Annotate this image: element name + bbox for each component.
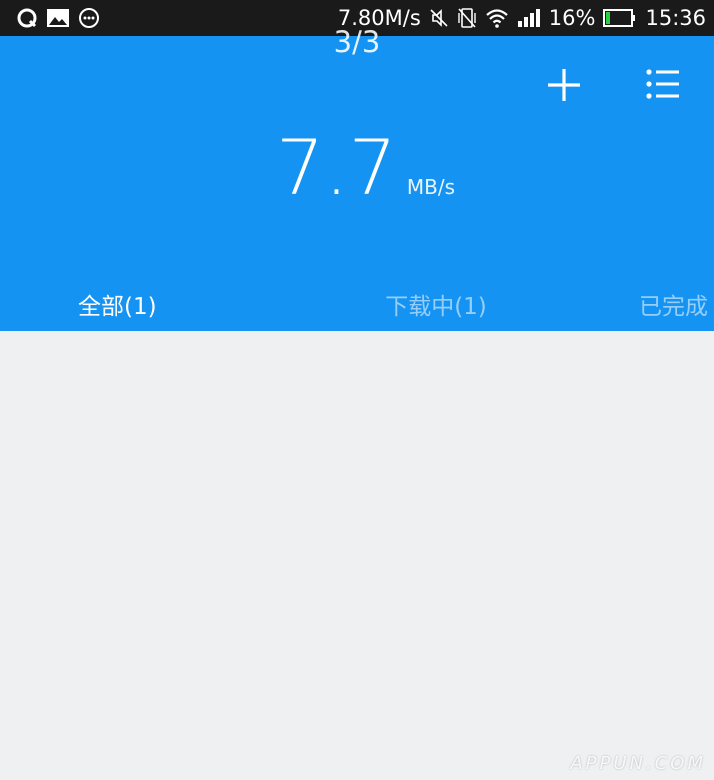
tab-downloading[interactable]: 下载中(1) [278,276,594,331]
status-bar-left [16,7,100,29]
vibrate-off-icon [457,7,477,29]
add-task-button[interactable] [543,64,585,106]
chat-icon [78,7,100,29]
download-list-area: APPUN.COM [0,331,714,780]
download-header: 3/3 7.7 MB/s 全部(1) 下载中(1) 已完成 [0,28,714,331]
speed-value: 7.7 [276,123,397,212]
mute-icon [429,8,449,28]
tab-completed[interactable]: 已完成 [594,276,714,331]
page-counter: 3/3 [333,25,381,59]
add-icon [548,69,580,101]
wifi-icon [485,8,509,28]
qq-icon [16,7,38,29]
tab-completed-label: 已完成 [639,293,708,320]
download-tabs: 全部(1) 下载中(1) 已完成 [0,276,714,331]
download-speed: 7.7 MB/s [276,128,455,208]
tab-all-label: 全部(1) [78,293,157,320]
speed-unit: MB/s [406,175,456,199]
list-icon [646,69,679,99]
image-icon [46,8,70,28]
watermark: APPUN.COM [570,753,706,774]
battery-icon [603,8,637,28]
tab-all[interactable]: 全部(1) [0,276,278,331]
tab-downloading-label: 下载中(1) [385,293,487,320]
signal-icon [517,8,541,28]
menu-button[interactable] [641,64,683,106]
